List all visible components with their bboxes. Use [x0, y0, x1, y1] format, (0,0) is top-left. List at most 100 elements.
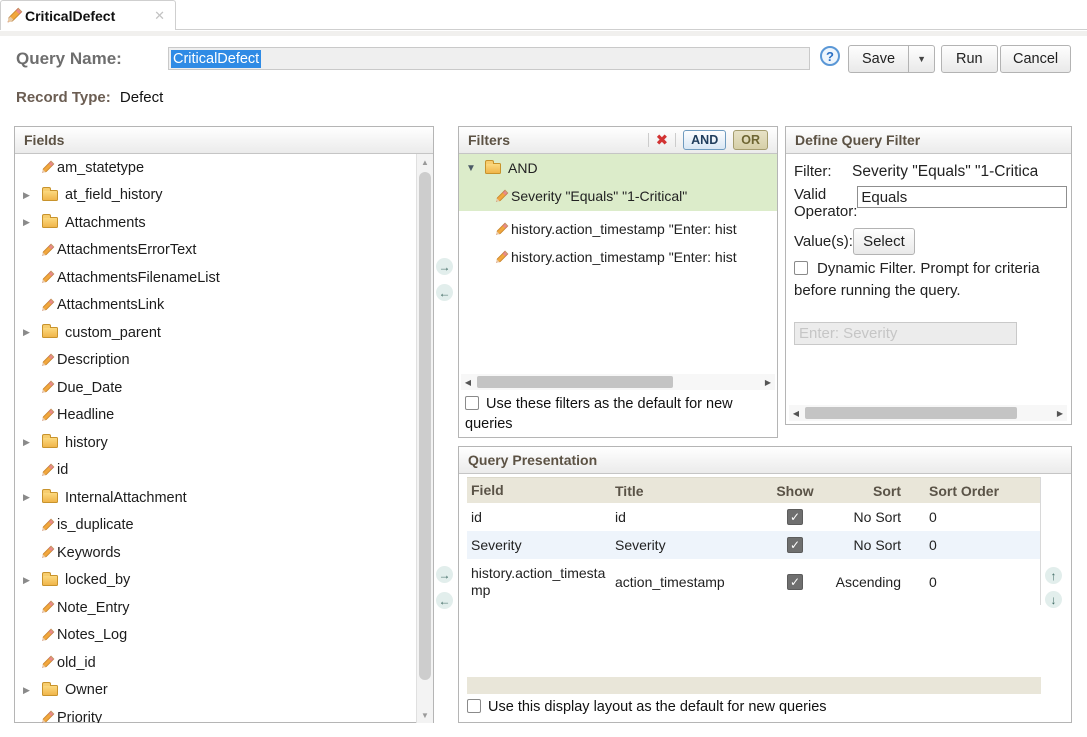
table-row-action-timestamp[interactable]: history.action_timestamp action_timestam…: [467, 559, 1040, 605]
field-item-priority[interactable]: Priority: [15, 704, 433, 723]
tab-title: CriticalDefect: [25, 8, 115, 24]
move-row-up-icon[interactable]: ↑: [1045, 567, 1062, 584]
field-item-note-entry[interactable]: Note_Entry: [15, 594, 433, 622]
presentation-panel-title: Query Presentation: [459, 447, 1071, 474]
or-button[interactable]: OR: [733, 130, 768, 150]
scrollbar-thumb[interactable]: [477, 376, 673, 388]
help-icon[interactable]: ?: [820, 46, 840, 66]
field-label: Attachments: [65, 215, 146, 231]
field-item-attachments[interactable]: ▶ Attachments: [15, 209, 433, 237]
cell-sort[interactable]: Ascending: [825, 574, 901, 590]
dynamic-filter-checkbox[interactable]: [794, 261, 808, 275]
cell-sort-order[interactable]: 0: [901, 574, 1041, 590]
scroll-up-icon[interactable]: ▲: [417, 154, 433, 170]
field-item-owner[interactable]: ▶Owner: [15, 677, 433, 705]
field-item-keywords[interactable]: Keywords: [15, 539, 433, 567]
filters-horizontal-scrollbar[interactable]: ◀ ▶: [461, 374, 775, 390]
field-label: Note_Entry: [57, 600, 130, 616]
show-checkbox-checked[interactable]: ✓: [787, 509, 803, 525]
field-item-history[interactable]: ▶history: [15, 429, 433, 457]
show-checkbox-checked[interactable]: ✓: [787, 574, 803, 590]
folder-icon: [485, 163, 501, 174]
row-order-arrows: ↑ ↓: [1045, 567, 1062, 608]
folder-icon: [42, 217, 58, 228]
field-item-locked-by[interactable]: ▶locked_by: [15, 567, 433, 595]
field-item-description[interactable]: Description: [15, 347, 433, 375]
query-name-input[interactable]: CriticalDefect: [168, 47, 810, 70]
table-row-severity[interactable]: Severity Severity ✓ No Sort 0: [467, 531, 1040, 559]
field-item-am-statetype[interactable]: am_statetype: [15, 154, 433, 182]
delete-filter-icon[interactable]: ✖: [656, 131, 669, 149]
scroll-right-icon[interactable]: ▶: [761, 374, 775, 390]
toolbar-separator: [675, 133, 676, 147]
field-item-is-duplicate[interactable]: is_duplicate: [15, 512, 433, 540]
and-button[interactable]: AND: [683, 130, 726, 150]
pencil-icon: [40, 381, 54, 395]
filter-item-timestamp-2[interactable]: history.action_timestamp "Enter: hist: [459, 243, 777, 271]
select-values-button[interactable]: Select: [853, 228, 915, 255]
pencil-icon: [40, 628, 54, 642]
remove-from-presentation-icon[interactable]: ←: [436, 592, 453, 609]
scrollbar-thumb[interactable]: [805, 407, 1017, 419]
add-to-filters-icon[interactable]: →: [436, 258, 453, 275]
field-item-attachmentserrortext[interactable]: AttachmentsErrorText: [15, 237, 433, 265]
run-button[interactable]: Run: [941, 45, 998, 73]
scroll-left-icon[interactable]: ◀: [461, 374, 475, 390]
scroll-left-icon[interactable]: ◀: [789, 405, 803, 421]
operator-input[interactable]: Equals: [857, 186, 1067, 208]
field-item-id[interactable]: id: [15, 457, 433, 485]
expand-arrow-icon[interactable]: ▶: [23, 492, 35, 503]
cell-sort-order[interactable]: 0: [901, 537, 1041, 553]
field-item-old-id[interactable]: old_id: [15, 649, 433, 677]
filter-item-severity[interactable]: Severity "Equals" "1-Critical": [459, 182, 777, 210]
expand-arrow-icon[interactable]: ▶: [23, 437, 35, 448]
field-item-at-field-history[interactable]: ▶at_field_history: [15, 182, 433, 210]
column-header-field: Field: [467, 482, 615, 499]
add-to-presentation-icon[interactable]: →: [436, 566, 453, 583]
show-checkbox-checked[interactable]: ✓: [787, 537, 803, 553]
field-label: id: [57, 462, 68, 478]
define-panel-body: Filter: Severity "Equals" "1-Critica Val…: [786, 154, 1071, 425]
define-query-filter-panel: Define Query Filter Filter: Severity "Eq…: [785, 126, 1072, 425]
save-dropdown-icon[interactable]: ▼: [909, 45, 935, 73]
expand-arrow-icon[interactable]: ▶: [23, 190, 35, 201]
table-row-id[interactable]: id id ✓ No Sort 0: [467, 503, 1040, 531]
column-header-show: Show: [765, 483, 825, 499]
cancel-button[interactable]: Cancel: [1000, 45, 1071, 73]
field-item-headline[interactable]: Headline: [15, 402, 433, 430]
scrollbar-thumb[interactable]: [419, 172, 431, 680]
filters-default-checkbox[interactable]: [465, 396, 479, 410]
field-item-due-date[interactable]: Due_Date: [15, 374, 433, 402]
expand-arrow-icon[interactable]: ▶: [23, 217, 35, 228]
collapse-arrow-icon[interactable]: ▼: [466, 163, 478, 174]
field-item-custom-parent[interactable]: ▶custom_parent: [15, 319, 433, 347]
layout-default-checkbox[interactable]: [467, 699, 481, 713]
record-type-label: Record Type:: [16, 89, 111, 106]
pencil-icon: [40, 161, 54, 175]
filter-root-and[interactable]: ▼ AND: [459, 154, 777, 182]
remove-from-filters-icon[interactable]: ←: [436, 284, 453, 301]
expand-arrow-icon[interactable]: ▶: [23, 575, 35, 586]
field-item-notes-log[interactable]: Notes_Log: [15, 622, 433, 650]
filter-item-timestamp-1[interactable]: history.action_timestamp "Enter: hist: [459, 215, 777, 243]
field-item-attachmentslink[interactable]: AttachmentsLink: [15, 292, 433, 320]
cell-title: id: [615, 509, 765, 525]
define-horizontal-scrollbar[interactable]: ◀ ▶: [789, 405, 1067, 421]
scroll-right-icon[interactable]: ▶: [1053, 405, 1067, 421]
filter-value: Severity "Equals" "1-Critica: [852, 163, 1038, 181]
presentation-scrollbar-track[interactable]: [467, 677, 1041, 694]
expand-arrow-icon[interactable]: ▶: [23, 685, 35, 696]
field-item-internalattachment[interactable]: ▶InternalAttachment: [15, 484, 433, 512]
cell-sort-order[interactable]: 0: [901, 509, 1041, 525]
tab-close-icon[interactable]: ✕: [154, 8, 165, 24]
save-button[interactable]: Save: [848, 45, 909, 73]
fields-vertical-scrollbar[interactable]: ▲ ▼: [416, 154, 433, 723]
field-item-attachmentsfilenamelist[interactable]: AttachmentsFilenameList: [15, 264, 433, 292]
query-name-label: Query Name:: [16, 49, 122, 69]
tab-criticaldefect[interactable]: CriticalDefect ✕: [0, 0, 176, 30]
cell-sort[interactable]: No Sort: [825, 509, 901, 525]
move-row-down-icon[interactable]: ↓: [1045, 591, 1062, 608]
cell-sort[interactable]: No Sort: [825, 537, 901, 553]
scroll-down-icon[interactable]: ▼: [417, 707, 433, 723]
expand-arrow-icon[interactable]: ▶: [23, 327, 35, 338]
